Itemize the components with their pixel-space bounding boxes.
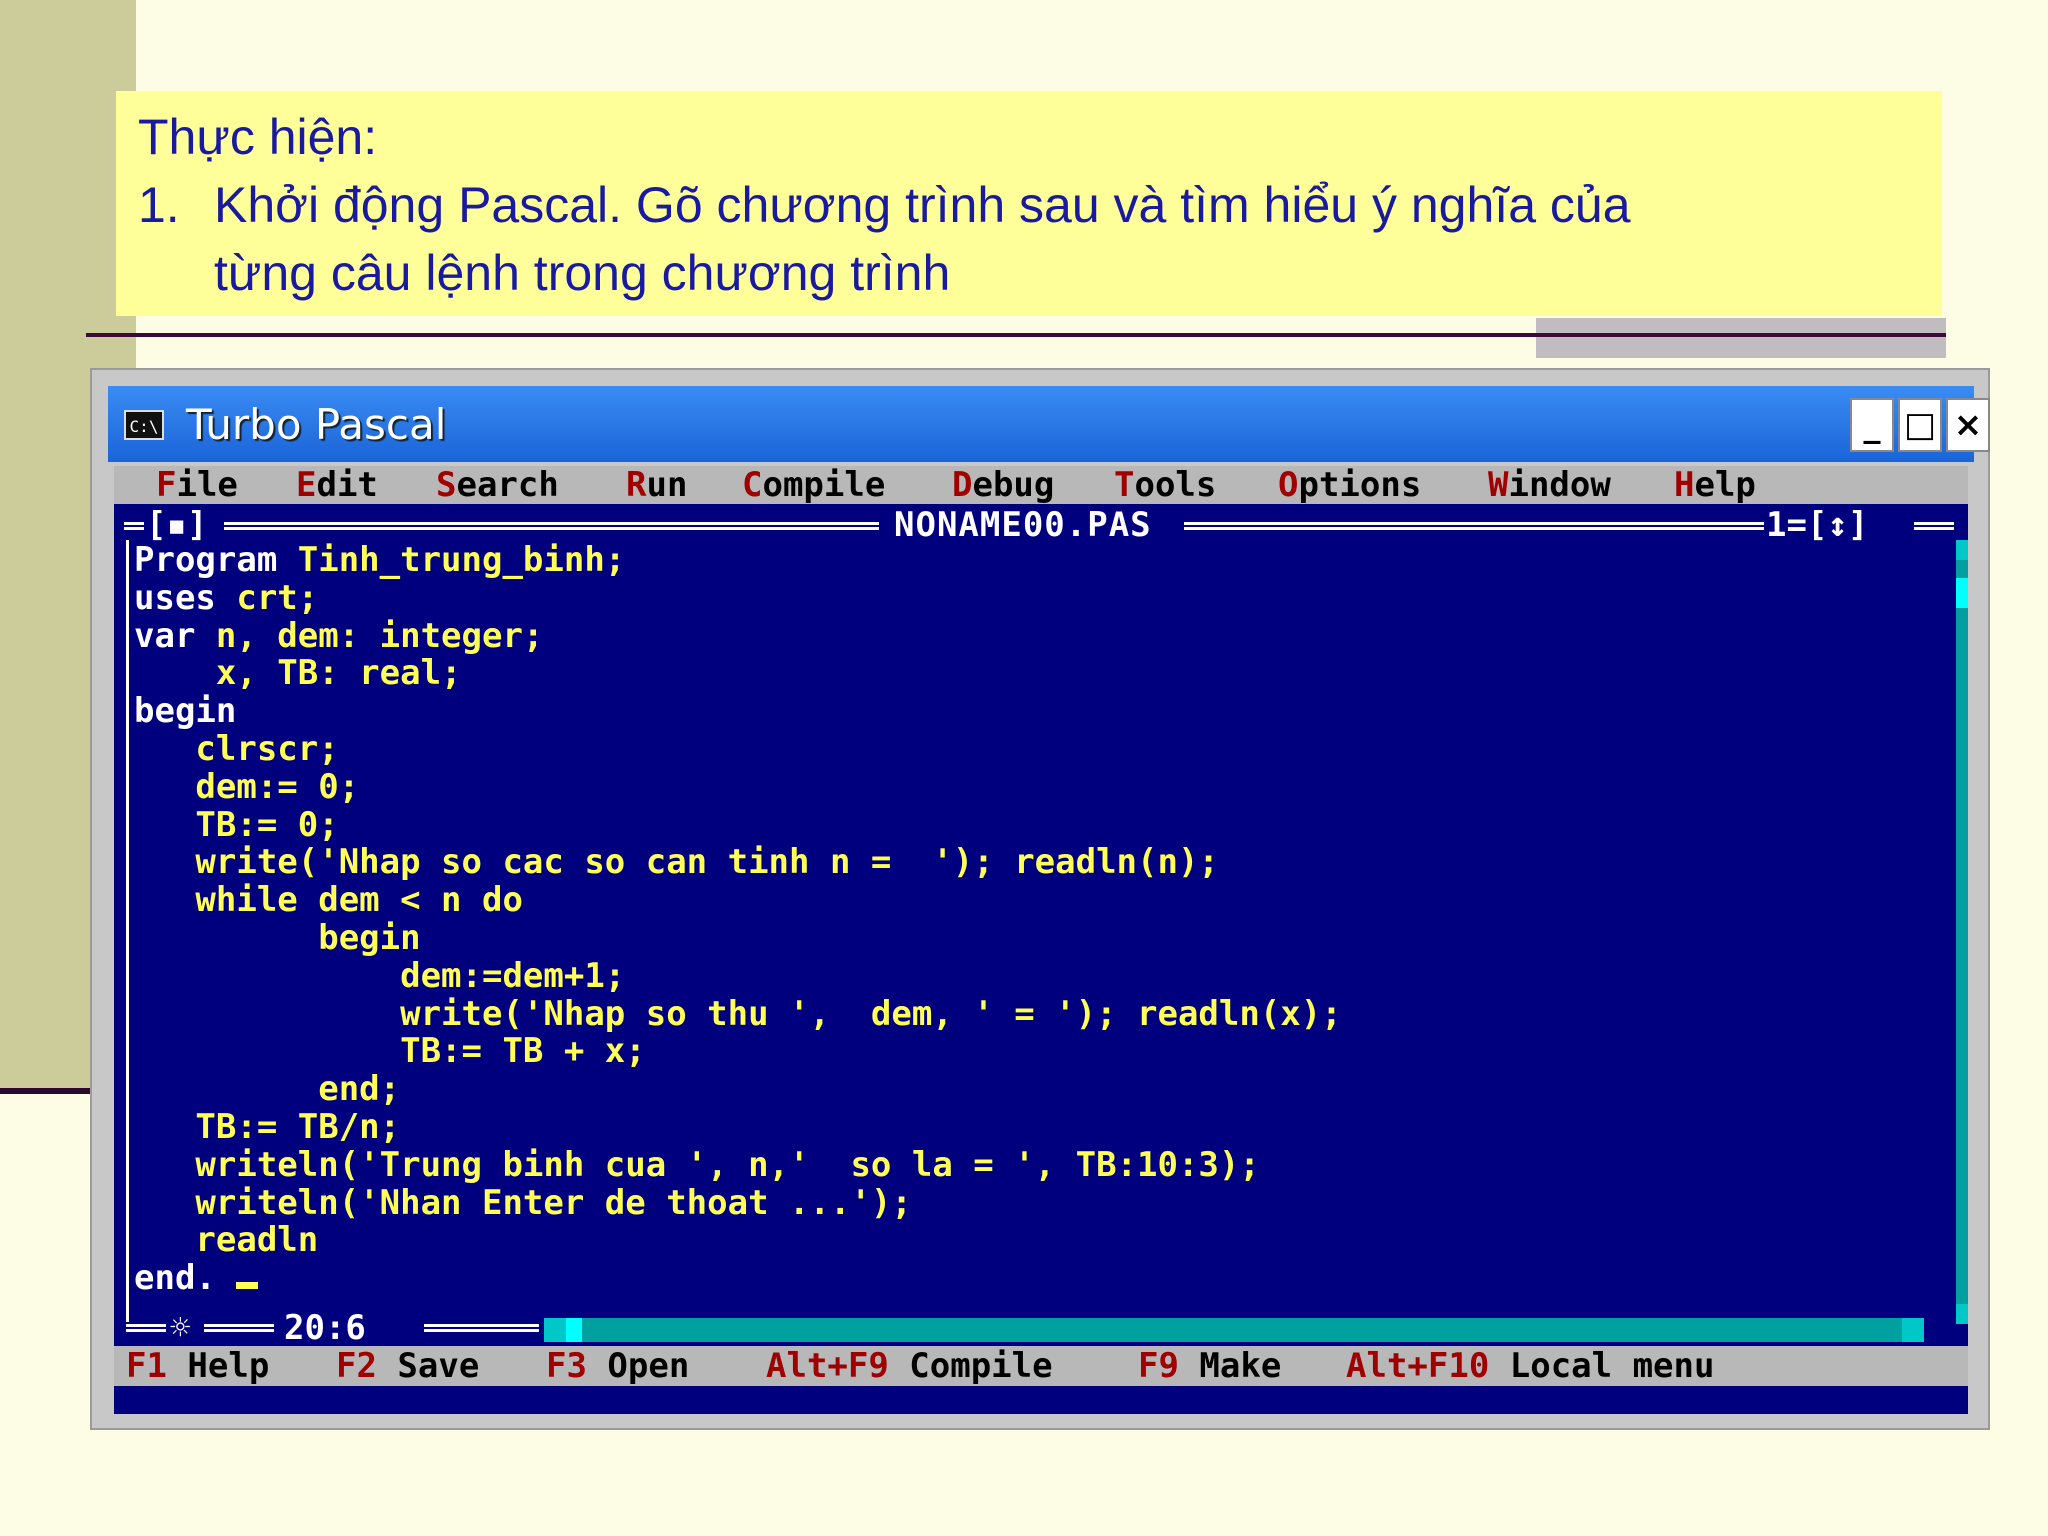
- code-line[interactable]: dem:=dem+1;: [134, 957, 1914, 996]
- code-line[interactable]: end.: [134, 1259, 1914, 1298]
- frame-line: [1184, 522, 1764, 530]
- status-local-menu[interactable]: Alt+F10 Local menu: [1346, 1346, 1714, 1386]
- scroll-right-arrow-icon[interactable]: [1902, 1318, 1924, 1342]
- status-compile[interactable]: Alt+F9 Compile: [766, 1346, 1053, 1386]
- editor-frame-top: [▪] NONAME00.PAS 1=[↕]: [124, 505, 1958, 545]
- slide-heading: Thực hiện:: [138, 109, 378, 165]
- menu-compile[interactable]: Compile: [742, 466, 885, 504]
- vertical-scroll-thumb[interactable]: [1956, 578, 1968, 608]
- code-line[interactable]: var n, dem: integer;: [134, 617, 1914, 656]
- code-line[interactable]: uses crt;: [134, 579, 1914, 618]
- code-line[interactable]: TB:= 0;: [134, 806, 1914, 845]
- status-open[interactable]: F3 Open: [546, 1346, 689, 1386]
- frame-line: [1914, 522, 1954, 530]
- slide-rule-block: [1536, 318, 1946, 358]
- code-line[interactable]: begin: [134, 919, 1914, 958]
- status-save[interactable]: F2 Save: [336, 1346, 479, 1386]
- scroll-left-arrow-icon[interactable]: [544, 1318, 566, 1342]
- code-line[interactable]: write('Nhap so thu ', dem, ' = '); readl…: [134, 995, 1914, 1034]
- vertical-scrollbar[interactable]: [1956, 540, 1968, 1324]
- horizontal-scrollbar[interactable]: [544, 1318, 1924, 1342]
- maximize-button[interactable]: □: [1898, 398, 1942, 452]
- step-text-line2: từng câu lệnh trong chương trình: [214, 245, 951, 301]
- code-line[interactable]: writeln('Nhan Enter de thoat ...');: [134, 1184, 1914, 1223]
- code-editor[interactable]: Program Tinh_trung_binh; uses crt; var n, …: [134, 541, 1914, 1322]
- code-line[interactable]: x, TB: real;: [134, 655, 1914, 693]
- menu-bar: File Edit Search Run Compile Debug Tools…: [114, 466, 1968, 504]
- code-line[interactable]: readln: [134, 1222, 1914, 1260]
- close-button[interactable]: ×: [1946, 398, 1990, 452]
- slide-rule: [86, 333, 1946, 337]
- step-text: Khởi động Pascal. Gõ chương trình sau và…: [214, 171, 1631, 307]
- modified-indicator: ☼: [170, 1308, 191, 1348]
- menu-help[interactable]: Help: [1674, 466, 1756, 504]
- frame-line: [126, 1324, 166, 1332]
- code-line[interactable]: clrscr;: [134, 730, 1914, 769]
- editor-file-name: NONAME00.PAS: [894, 505, 1152, 545]
- status-help[interactable]: F1 Help: [126, 1346, 269, 1386]
- text-cursor: [236, 1282, 259, 1290]
- console-icon[interactable]: C:\: [124, 410, 164, 440]
- menu-options[interactable]: Options: [1278, 466, 1421, 504]
- code-line[interactable]: dem:= 0;: [134, 768, 1914, 807]
- menu-window[interactable]: Window: [1488, 466, 1611, 504]
- code-line[interactable]: Program Tinh_trung_binh;: [134, 541, 1914, 580]
- slide-title-box: Thực hiện: 1. Khởi động Pascal. Gõ chươn…: [116, 91, 1942, 316]
- menu-run[interactable]: Run: [626, 466, 687, 504]
- code-line[interactable]: writeln('Trung binh cua ', n,' so la = '…: [134, 1146, 1914, 1185]
- frame-line: [224, 522, 879, 530]
- window-title: Turbo Pascal: [186, 400, 447, 449]
- menu-file[interactable]: File: [156, 466, 238, 504]
- scroll-up-arrow-icon[interactable]: [1956, 540, 1968, 560]
- step-text-line1: Khởi động Pascal. Gõ chương trình sau và…: [214, 177, 1631, 233]
- menu-tools[interactable]: Tools: [1114, 466, 1216, 504]
- frame-line: [204, 1324, 274, 1332]
- frame-line: [124, 522, 144, 530]
- code-line[interactable]: TB:= TB/n;: [134, 1108, 1914, 1147]
- editor-window-number[interactable]: 1=[↕]: [1766, 508, 1868, 542]
- window-titlebar[interactable]: C:\ Turbo Pascal _ □ ×: [108, 386, 1990, 462]
- status-bar: F1 Help F2 Save F3 Open Alt+F9 Compile F…: [114, 1346, 1968, 1386]
- editor-frame-left: [126, 540, 129, 1322]
- editor-frame-bottom: ☼ 20:6: [124, 1308, 1958, 1348]
- frame-line: [424, 1324, 539, 1332]
- menu-search[interactable]: Search: [436, 466, 559, 504]
- code-line[interactable]: while dem < n do: [134, 881, 1914, 920]
- step-number: 1.: [138, 177, 180, 233]
- dos-screen: File Edit Search Run Compile Debug Tools…: [114, 466, 1968, 1414]
- status-make[interactable]: F9 Make: [1138, 1346, 1281, 1386]
- cursor-position: 20:6: [284, 1308, 366, 1348]
- menu-debug[interactable]: Debug: [952, 466, 1054, 504]
- menu-edit[interactable]: Edit: [296, 466, 378, 504]
- code-line[interactable]: TB:= TB + x;: [134, 1033, 1914, 1071]
- code-line[interactable]: begin: [134, 692, 1914, 731]
- horizontal-scroll-thumb[interactable]: [566, 1318, 582, 1342]
- code-line[interactable]: end;: [134, 1070, 1914, 1109]
- slide-step: 1. Khởi động Pascal. Gõ chương trình sau…: [138, 171, 1942, 307]
- turbo-pascal-window: C:\ Turbo Pascal _ □ × File Edit Search …: [90, 368, 1990, 1430]
- editor-close-box[interactable]: [▪]: [146, 508, 207, 542]
- minimize-button[interactable]: _: [1850, 398, 1894, 452]
- code-line[interactable]: write('Nhap so cac so can tinh n = '); r…: [134, 844, 1914, 882]
